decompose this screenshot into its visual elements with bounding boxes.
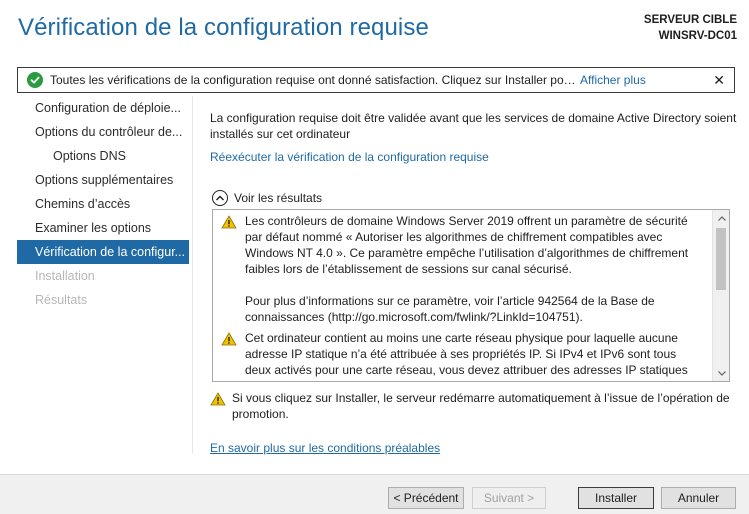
scroll-down-icon[interactable]: [713, 365, 729, 381]
success-check-icon: [27, 72, 43, 88]
nav-item-review-options[interactable]: Examiner les options: [17, 216, 189, 240]
target-server: SERVEUR CIBLE WINSRV-DC01: [644, 12, 737, 44]
intro-section: La configuration requise doit être valid…: [210, 110, 738, 142]
result-paragraph: Les contrôleurs de domaine Windows Serve…: [245, 214, 689, 276]
result-item: Les contrôleurs de domaine Windows Serve…: [221, 213, 705, 325]
result-paragraph: Cet ordinateur contient au moins une car…: [245, 331, 702, 381]
restart-warning: Si vous cliquez sur Installer, le serveu…: [210, 390, 738, 422]
view-results-toggle[interactable]: Voir les résultats: [212, 190, 322, 206]
scroll-up-icon[interactable]: [713, 210, 729, 226]
status-notification-bar: Toutes les vérifications de la configura…: [17, 67, 735, 93]
nav-item-additional-options[interactable]: Options supplémentaires: [17, 168, 189, 192]
result-paragraph: Pour plus d’informations sur ce paramètr…: [245, 294, 655, 324]
view-results-label: Voir les résultats: [234, 191, 323, 205]
warning-icon: [210, 392, 226, 406]
learn-more-prerequisites-link[interactable]: En savoir plus sur les conditions préala…: [210, 441, 440, 455]
nav-item-results: Résultats: [35, 293, 88, 307]
result-message: Les contrôleurs de domaine Windows Serve…: [245, 213, 705, 325]
result-item: Cet ordinateur contient au moins une car…: [221, 330, 705, 381]
scrollbar-thumb[interactable]: [716, 228, 726, 290]
next-button: Suivant >: [472, 487, 546, 509]
nav-item-paths[interactable]: Chemins d’accès: [17, 192, 189, 216]
chevron-up-icon[interactable]: [212, 190, 228, 206]
server-label: SERVEUR CIBLE: [643, 14, 737, 26]
previous-button[interactable]: < Précédent: [388, 487, 464, 509]
nav-item-deployment-configuration[interactable]: Configuration de déploie...: [17, 96, 189, 120]
wizard-footer: < Précédent Suivant > Installer Annuler: [0, 474, 749, 514]
warning-icon: [221, 215, 237, 229]
results-scrollbar[interactable]: [712, 210, 729, 381]
intro-text: La configuration requise doit être valid…: [210, 111, 737, 141]
close-icon[interactable]: ✕: [713, 72, 725, 89]
nav-item-prerequisites-check[interactable]: Vérification de la configur...: [17, 240, 189, 264]
warning-icon: [221, 332, 237, 346]
sidebar-divider: [192, 96, 193, 454]
nav-item-dns-options[interactable]: Options DNS: [17, 144, 189, 168]
status-message: Toutes les vérifications de la configura…: [50, 73, 578, 87]
server-name: WINSRV-DC01: [658, 30, 737, 42]
wizard-navigation: Configuration de déploie... Options du c…: [17, 96, 189, 312]
rerun-prerequisites-link[interactable]: Réexécuter la vérification de la configu…: [210, 150, 489, 164]
nav-item-installation: Installation: [35, 269, 95, 283]
show-more-link[interactable]: Afficher plus: [580, 73, 646, 87]
cancel-button[interactable]: Annuler: [661, 487, 736, 509]
results-panel[interactable]: Les contrôleurs de domaine Windows Serve…: [212, 209, 730, 382]
result-message: Cet ordinateur contient au moins une car…: [245, 330, 705, 381]
nav-item-domain-controller-options[interactable]: Options du contrôleur de...: [17, 120, 189, 144]
restart-warning-text: Si vous cliquez sur Installer, le serveu…: [232, 391, 730, 421]
install-button[interactable]: Installer: [578, 487, 654, 509]
page-title: Vérification de la configuration requise: [18, 14, 429, 41]
